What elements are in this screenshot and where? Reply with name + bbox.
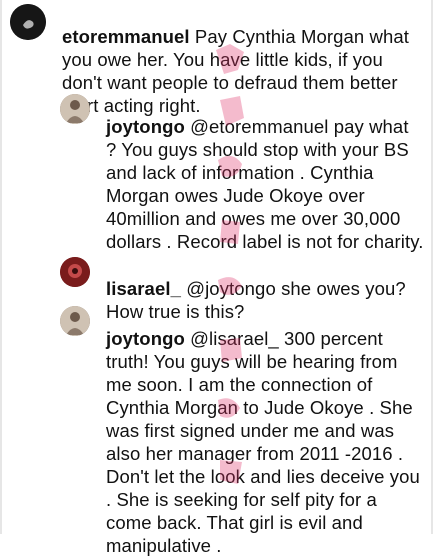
comment-text: joytongo @lisarael_ 300 percent truth! Y… [106,328,420,556]
avatar[interactable] [60,257,90,287]
comment-thread: etoremmanuel Pay Cynthia Morgan what you… [0,0,433,556]
username-link[interactable]: joytongo [106,116,185,137]
username-link[interactable]: lisarael_ [106,278,181,299]
avatar-icon [60,306,90,336]
avatar[interactable] [10,4,46,40]
comment-joytongo-reply-1: joytongo @etoremmanuel pay what ? You gu… [2,90,433,252]
comment-etoremmanuel: etoremmanuel Pay Cynthia Morgan what you… [2,0,433,116]
comment-joytongo-reply-2: joytongo @lisarael_ 300 percent truth! Y… [2,302,433,556]
username-link[interactable]: joytongo [106,328,185,349]
avatar[interactable] [60,94,90,124]
avatar[interactable] [60,306,90,336]
comment-lisarael: lisarael_ @joytongo she owes you? How tr… [2,252,433,322]
avatar-icon [60,94,90,124]
avatar-icon [10,4,46,40]
username-link[interactable]: etoremmanuel [62,26,190,47]
avatar-icon [60,257,90,287]
comment-text: joytongo @etoremmanuel pay what ? You gu… [106,116,424,252]
